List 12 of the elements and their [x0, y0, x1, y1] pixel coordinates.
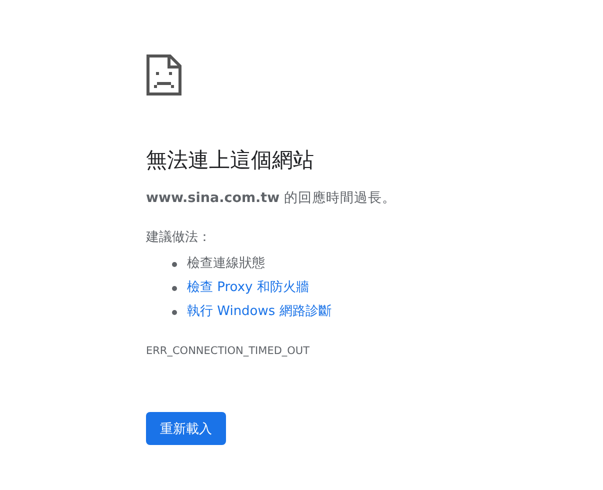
bullet-icon: [172, 310, 177, 314]
bullet-icon: [172, 286, 177, 290]
suggestion-text: 檢查連線狀態: [187, 255, 265, 273]
reload-button[interactable]: 重新載入: [146, 412, 226, 445]
bullet-icon: [172, 262, 177, 266]
sad-page-icon: [146, 54, 182, 96]
suggestions-label: 建議做法：: [146, 229, 212, 247]
error-heading: 無法連上這個網站: [146, 147, 315, 174]
error-code: ERR_CONNECTION_TIMED_OUT: [146, 344, 311, 358]
suggestion-link[interactable]: 檢查 Proxy 和防火牆: [187, 279, 309, 297]
error-message: www.sina.com.tw 的回應時間過長。: [146, 189, 397, 208]
suggestion-link[interactable]: 執行 Windows 網路診斷: [187, 303, 332, 321]
